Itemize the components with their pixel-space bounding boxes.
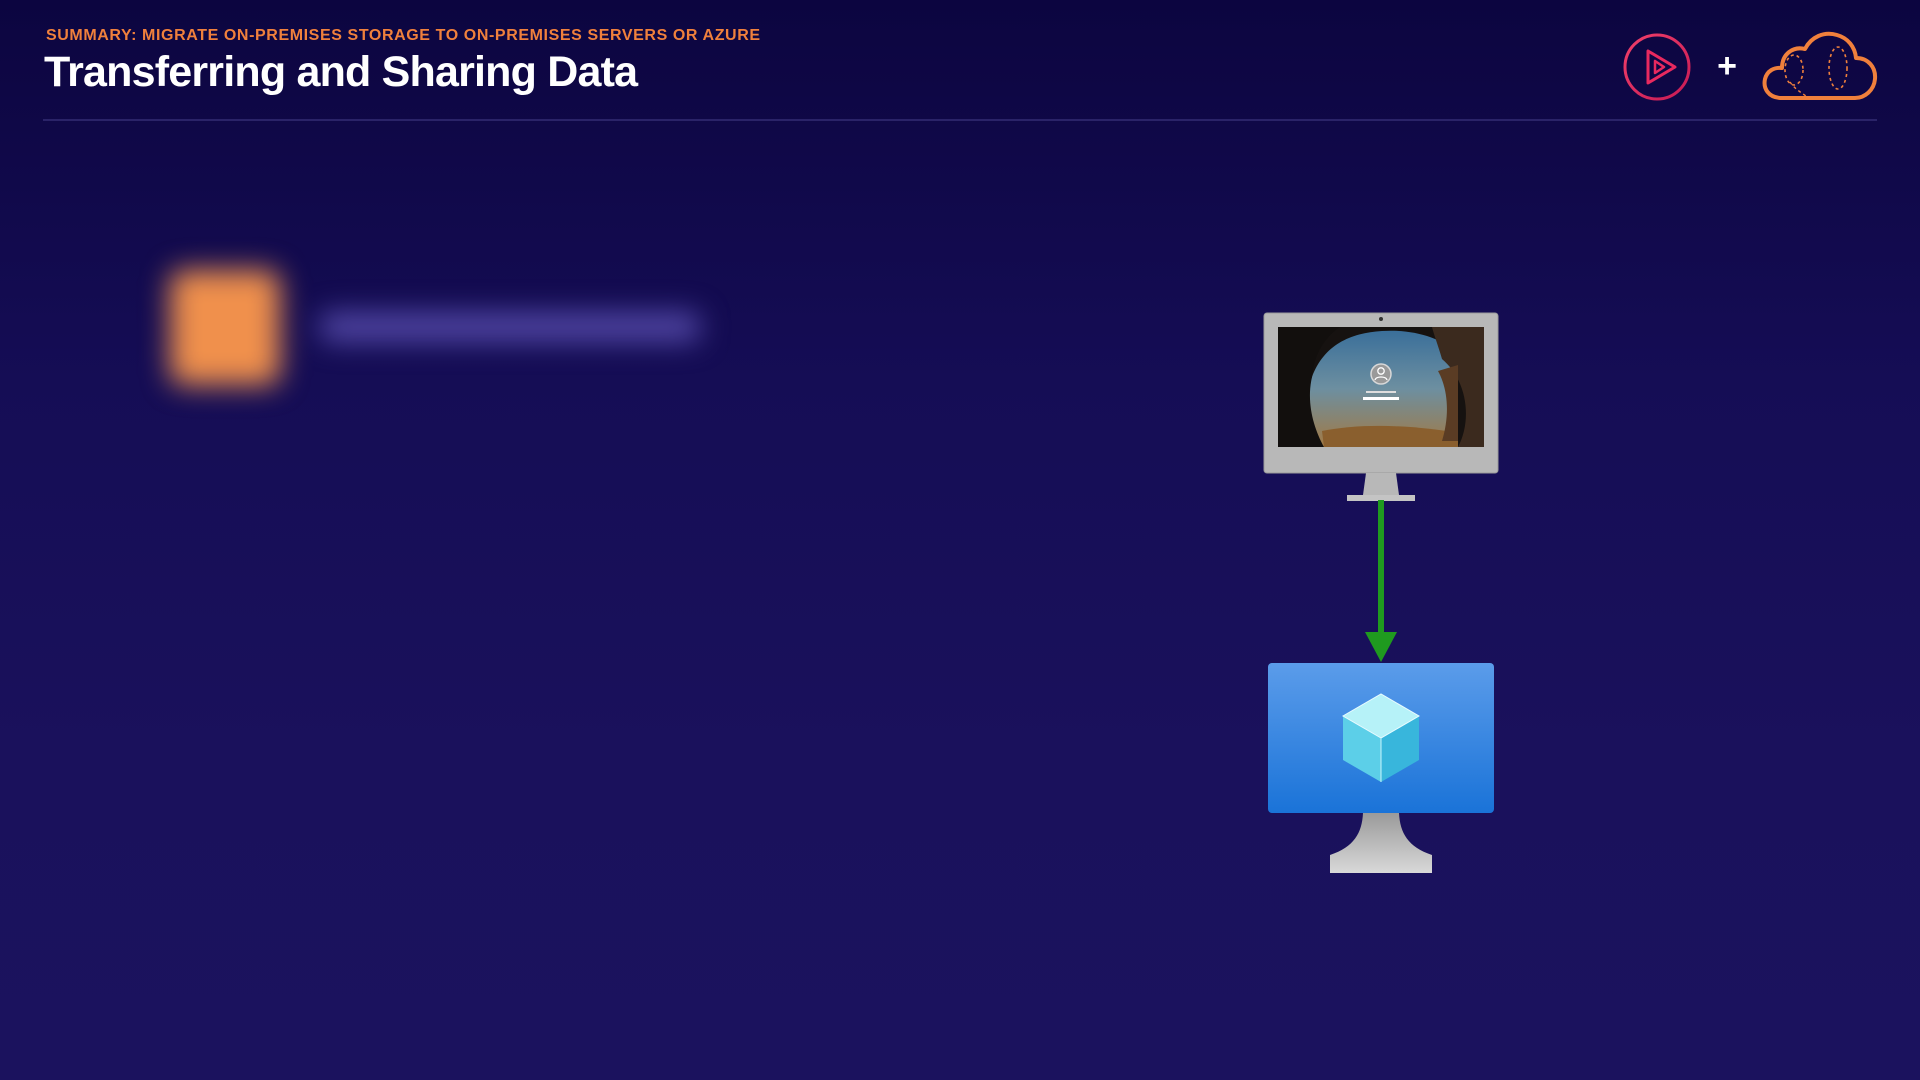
blurred-orange-icon — [170, 270, 280, 385]
slide-header: SUMMARY: MIGRATE ON-PREMISES STORAGE TO … — [44, 24, 1876, 120]
cloud-logo-icon — [1762, 31, 1878, 100]
pluralsight-play-icon — [1623, 33, 1691, 101]
down-arrow-icon — [1365, 500, 1397, 662]
slide-title: Transferring and Sharing Data — [44, 48, 638, 96]
blurred-content-placeholder — [150, 250, 750, 410]
plus-symbol: + — [1717, 47, 1737, 85]
header-divider — [43, 119, 1877, 121]
azure-virtual-machine-icon — [1268, 663, 1494, 873]
slide-subtitle: SUMMARY: MIGRATE ON-PREMISES STORAGE TO … — [46, 27, 761, 44]
blurred-text-bar — [320, 313, 700, 341]
on-premises-computer-icon — [1263, 312, 1499, 501]
